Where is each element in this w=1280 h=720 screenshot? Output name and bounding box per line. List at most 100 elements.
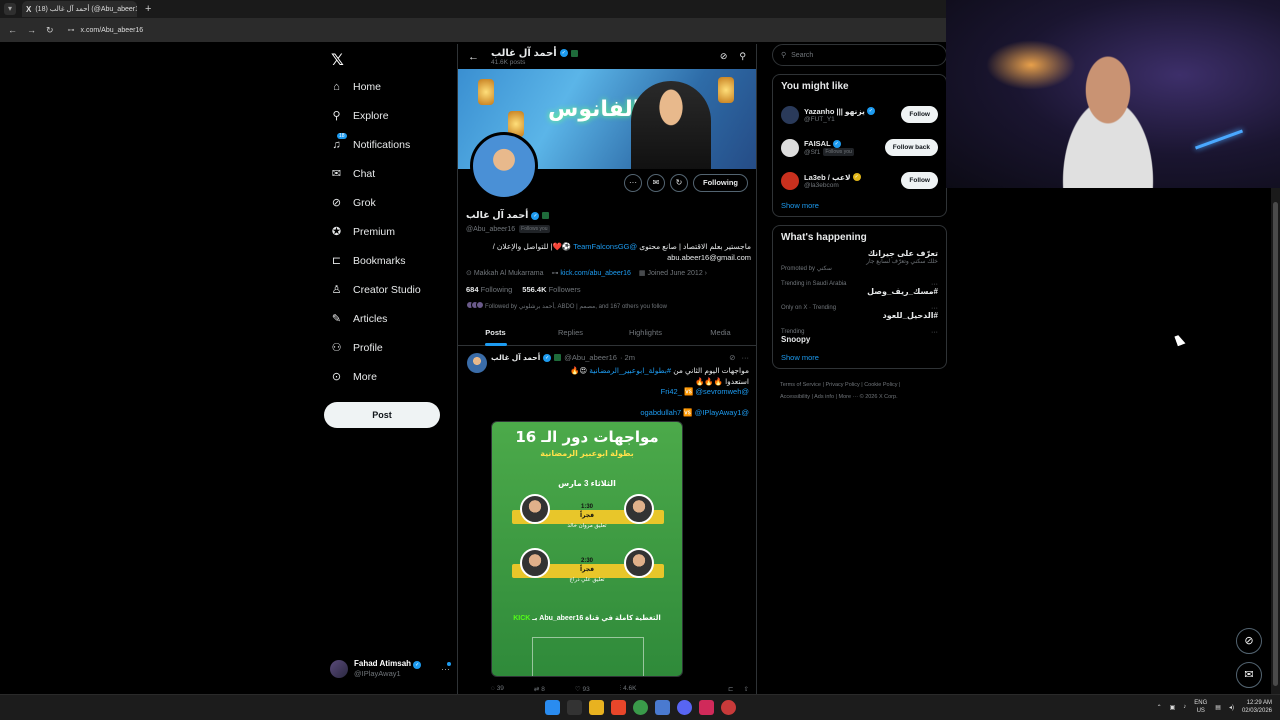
trend-item[interactable]: Trending in Saudi Arabia ··· #مسك_ريف_وص… — [781, 281, 938, 296]
chevron-up-icon[interactable]: ⌃ — [1157, 704, 1162, 711]
nav-profile[interactable]: ⚇ Profile — [330, 341, 383, 355]
follow-button[interactable]: Follow — [901, 106, 938, 123]
nav-notifications[interactable]: ♫ 18 Notifications — [330, 133, 411, 151]
reply-button[interactable]: ◌ 39 — [491, 685, 504, 693]
more-dots-icon[interactable]: ··· — [931, 329, 938, 336]
search-icon[interactable] — [567, 700, 582, 715]
profile-avatar[interactable] — [470, 132, 538, 200]
nav-bookmarks[interactable]: ⊏ Bookmarks — [330, 254, 406, 268]
trend-item[interactable]: Only on X · Trending ··· #الدحيل_للعود — [781, 305, 938, 320]
following-button[interactable]: Following — [693, 174, 748, 192]
footer-link[interactable]: Cookie Policy — [864, 382, 897, 388]
bio-mention-link[interactable]: @TeamFalconsGG — [573, 242, 637, 251]
mic-icon[interactable]: ♪ — [1183, 704, 1186, 710]
messages-float-button[interactable]: ✉ — [1236, 662, 1262, 688]
discord-icon[interactable] — [677, 700, 692, 715]
account-switcher[interactable]: Fahad Atimsah ✓ @IPlayAway1 ··· — [330, 659, 451, 678]
hashtag-link[interactable]: #بطولة_ابوعبير_الرمضانية — [589, 366, 671, 375]
search-icon[interactable]: ⚲ — [739, 51, 746, 62]
site-info-icon[interactable]: ⊶ — [68, 26, 75, 34]
clock[interactable]: 12:29 AM 02/03/2026 — [1242, 699, 1272, 715]
tweet-author[interactable]: أحمد آل غالب — [491, 353, 540, 362]
x-logo-icon[interactable]: 𝕏 — [331, 50, 344, 70]
scrollbar-thumb[interactable] — [1273, 202, 1278, 686]
windows-start-icon[interactable] — [545, 700, 560, 715]
app-icon[interactable] — [699, 700, 714, 715]
reload-icon[interactable]: ↻ — [46, 25, 54, 36]
mention-link[interactable]: @IPlayAway1 — [695, 408, 742, 417]
footer-link[interactable]: Ads info — [814, 394, 834, 400]
nav-grok[interactable]: ⊘ Grok — [330, 196, 376, 210]
mention-link[interactable]: @sevromweh — [695, 387, 741, 396]
bookmark-icon[interactable]: ⊏ — [728, 685, 733, 693]
more-dots-icon[interactable]: ··· — [742, 353, 750, 362]
back-arrow-icon[interactable]: ← — [468, 51, 479, 63]
like-button[interactable]: ♡ 93 — [575, 685, 590, 693]
folder-icon[interactable] — [589, 700, 604, 715]
back-icon[interactable]: ← — [8, 25, 17, 35]
nav-label: Bookmarks — [353, 254, 406, 267]
avatar — [781, 138, 799, 157]
nav-premium[interactable]: ✪ Premium — [330, 225, 395, 239]
post-button[interactable]: Post — [324, 402, 440, 428]
card-title: What's happening — [781, 232, 867, 243]
nav-home[interactable]: ⌂ Home — [330, 80, 381, 93]
trend-item[interactable]: Trending ··· Snoopy — [781, 329, 938, 344]
verified-icon: ✓ — [866, 107, 875, 115]
more-dots-icon[interactable]: ··· — [931, 305, 938, 312]
tab-replies[interactable]: Replies — [533, 319, 608, 345]
suggestion-item[interactable]: FAISAL ✓ @Sf1 Follows you Follow back — [781, 131, 938, 164]
nav-creator-studio[interactable]: ♙ Creator Studio — [330, 283, 421, 297]
notify-icon[interactable]: ↻ — [670, 174, 688, 192]
followed-by[interactable]: Followed by أحمد برشلوني, ABDO | مصمم, a… — [466, 301, 751, 311]
tweet-image[interactable]: مواجهات دور الـ 16 بطولة ابوعبير الرمضان… — [491, 421, 683, 677]
footer-link[interactable]: Terms of Service — [780, 382, 821, 388]
footer-link[interactable]: Accessibility — [780, 394, 810, 400]
tray-app-icon[interactable]: ▣ — [1170, 704, 1176, 711]
chrome-icon[interactable] — [633, 700, 648, 715]
show-more-link[interactable]: Show more — [781, 201, 938, 210]
grok-icon[interactable]: ⊘ — [720, 51, 728, 62]
tab-posts[interactable]: Posts — [458, 319, 533, 345]
avatar[interactable] — [467, 353, 487, 373]
grok-float-button[interactable]: ⊘ — [1236, 628, 1262, 654]
tab-media[interactable]: Media — [683, 319, 756, 345]
grok-icon[interactable]: ⊘ — [729, 353, 735, 362]
more-dots-icon[interactable]: ··· — [931, 281, 938, 288]
footer-link[interactable]: Privacy Policy — [825, 382, 859, 388]
follow-back-button[interactable]: Follow back — [884, 139, 938, 156]
followers-count[interactable]: 556.4K Followers — [522, 285, 580, 294]
nav-more[interactable]: ⊙ More — [330, 370, 377, 384]
tweet-actions: ◌ 39 ⇄ 8 ♡ 93 ⫶ 4.6K ⊏ ⇧ — [491, 685, 749, 693]
scrollbar[interactable] — [1271, 188, 1280, 694]
repost-button[interactable]: ⇄ 8 — [534, 685, 545, 693]
volume-icon[interactable]: ◂) — [1229, 704, 1234, 711]
nav-explore[interactable]: ⚲ Explore — [330, 109, 388, 123]
share-icon[interactable]: ⇧ — [744, 685, 749, 693]
suggestion-item[interactable]: Yazanho ||| يزنهو ✓ @FUT_Y1 Follow — [781, 98, 938, 131]
nav-articles[interactable]: ✎ Articles — [330, 312, 388, 326]
brave-icon[interactable] — [611, 700, 626, 715]
search-input[interactable]: ⚲ Search — [772, 44, 947, 66]
message-icon[interactable]: ✉ — [647, 174, 665, 192]
network-icon[interactable]: ▤ — [1215, 704, 1221, 711]
notes-icon[interactable] — [655, 700, 670, 715]
browser-tab[interactable]: X (18) أحمد آل غالب (@Abu_abeer16 ✕ — [22, 1, 137, 17]
trend-item[interactable]: تعرّف على جيرانك خلك سكني وتعرّف لسابع ج… — [781, 249, 938, 272]
more-dots-icon[interactable]: ··· — [624, 174, 642, 192]
views-button[interactable]: ⫶ 4.6K — [620, 685, 637, 693]
forward-icon[interactable]: → — [27, 25, 36, 35]
language-indicator[interactable]: ENG US — [1194, 699, 1207, 715]
nav-label: Notifications — [353, 138, 411, 151]
tab-menu-button[interactable]: ▾ — [4, 3, 16, 15]
url-field[interactable]: ⊶ x.com/Abu_abeer16 — [68, 26, 144, 35]
new-tab-button[interactable]: + — [145, 3, 151, 15]
nav-chat[interactable]: ✉ Chat — [330, 167, 375, 181]
following-count[interactable]: 684 Following — [466, 285, 512, 294]
recorder-icon[interactable] — [721, 700, 736, 715]
suggestion-item[interactable]: La3eb / لاعب ✓ @la3ebcom Follow — [781, 164, 938, 197]
footer-link[interactable]: More ··· — [839, 394, 859, 400]
tab-highlights[interactable]: Highlights — [608, 319, 683, 345]
show-more-link[interactable]: Show more — [781, 353, 938, 362]
follow-button[interactable]: Follow — [901, 172, 938, 189]
